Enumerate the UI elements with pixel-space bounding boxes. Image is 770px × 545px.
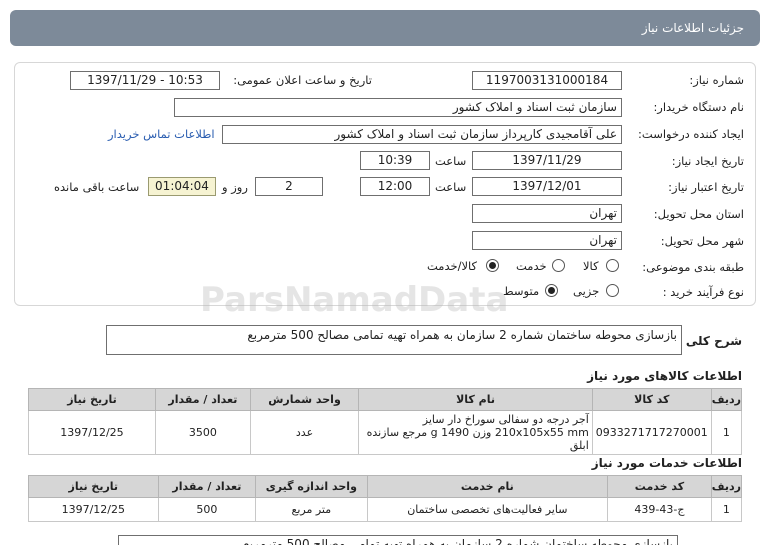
goods-table-header: ردیف کد کالا نام کالا واحد شمارش تعداد /… [28,388,743,411]
process-radio-medium[interactable] [545,284,558,297]
announce-label: تاریخ و ساعت اعلان عمومی: [233,73,372,87]
goods-cell-name: آجر درجه دو سفالی سوراخ دار سایز 210x105… [358,410,593,455]
services-col-code: کد خدمت [607,475,712,498]
goods-col-unit: واحد شمارش [249,388,360,411]
goods-cell-row: 1 [710,410,743,455]
created-date-label: تاریخ ایجاد نیاز: [671,154,744,168]
category-option-service: خدمت [516,259,547,273]
buyer-contact-link[interactable]: اطلاعات تماس خریدار [108,127,215,141]
goods-col-row: ردیف [710,388,743,411]
created-time-label: ساعت [435,154,467,168]
services-cell-date: 1397/12/25 [28,497,159,522]
watermark: ParsNamadData [200,280,509,320]
category-label: طبقه بندی موضوعی: [642,260,744,274]
province-field: تهران [472,204,622,223]
buyer-label: نام دستگاه خریدار: [653,100,744,114]
category-radio-goods-service[interactable] [486,259,499,272]
services-col-unit: واحد اندازه گیری [255,475,368,498]
remaining-time-field: 01:04:04 [148,177,216,196]
created-date-field: 1397/11/29 [472,151,622,170]
services-section-title: اطلاعات خدمات مورد نیاز [591,456,742,470]
days-field: 2 [255,177,323,196]
services-table-header: ردیف کد خدمت نام خدمت واحد اندازه گیری ت… [28,475,743,498]
process-option-minor: جزیی [573,284,600,298]
services-col-name: نام خدمت [366,475,609,498]
goods-cell-qty: 3500 [154,410,251,455]
services-cell-unit: متر مربع [255,497,368,522]
services-cell-code: ج-43-439 [607,497,712,522]
goods-cell-code: 0933271717270001 [591,410,712,455]
need-number-field: 1197003131000184 [472,71,622,90]
process-label: نوع فرآیند خرید : [662,285,744,299]
creator-label: ایجاد کننده درخواست: [638,127,744,141]
goods-cell-date: 1397/12/25 [28,410,156,455]
category-radio-goods[interactable] [606,259,619,272]
page-header: جزئیات اطلاعات نیاز [10,10,760,46]
announce-field: 1397/11/29 - 10:53 [70,71,220,90]
services-col-date: تاریخ نیاز [28,475,159,498]
days-label: روز و [222,180,248,194]
city-label: شهر محل تحویل: [660,234,744,248]
valid-date-field: 1397/12/01 [472,177,622,196]
valid-time-field: 12:00 [360,177,430,196]
services-col-qty: تعداد / مقدار [157,475,257,498]
goods-col-date: تاریخ نیاز [28,388,156,411]
province-label: استان محل تحویل: [653,207,744,221]
category-option-goods-service: کالا/خدمت [427,259,478,273]
goods-table: ردیف کد کالا نام کالا واحد شمارش تعداد /… [28,388,743,455]
valid-date-label: تاریخ اعتبار نیاز: [668,180,744,194]
city-field: تهران [472,231,622,250]
buyer-field: سازمان ثبت اسناد و املاک کشور [174,98,622,117]
remaining-label: ساعت باقی مانده [54,180,140,194]
category-radio-service[interactable] [552,259,565,272]
goods-col-name: نام کالا [358,388,593,411]
description-field: بازسازی محوطه ساختمان شماره 2 سازمان به … [106,325,682,355]
goods-section-title: اطلاعات کالاهای مورد نیاز [587,369,742,383]
services-cell-name: سایر فعالیت‌های تخصصی ساختمان [366,497,609,522]
footer-description-box: بازسازی محوطه ساختمان شماره 2 سازمان به … [118,535,678,545]
category-option-goods: کالا [583,259,599,273]
services-table: ردیف کد خدمت نام خدمت واحد اندازه گیری ت… [28,475,743,522]
valid-time-label: ساعت [435,180,467,194]
goods-col-qty: تعداد / مقدار [154,388,251,411]
table-row: 1 0933271717270001 آجر درجه دو سفالی سور… [28,410,743,455]
process-radio-minor[interactable] [606,284,619,297]
need-number-label: شماره نیاز: [689,73,744,87]
page-title: جزئیات اطلاعات نیاز [641,21,744,35]
goods-cell-unit: عدد [249,410,360,455]
table-row: 1 ج-43-439 سایر فعالیت‌های تخصصی ساختمان… [28,497,743,522]
services-cell-row: 1 [710,497,743,522]
creator-field: علی آقامجیدی کارپرداز سازمان ثبت اسناد و… [222,125,622,144]
created-time-field: 10:39 [360,151,430,170]
services-cell-qty: 500 [157,497,257,522]
services-col-row: ردیف [710,475,743,498]
goods-col-code: کد کالا [591,388,712,411]
